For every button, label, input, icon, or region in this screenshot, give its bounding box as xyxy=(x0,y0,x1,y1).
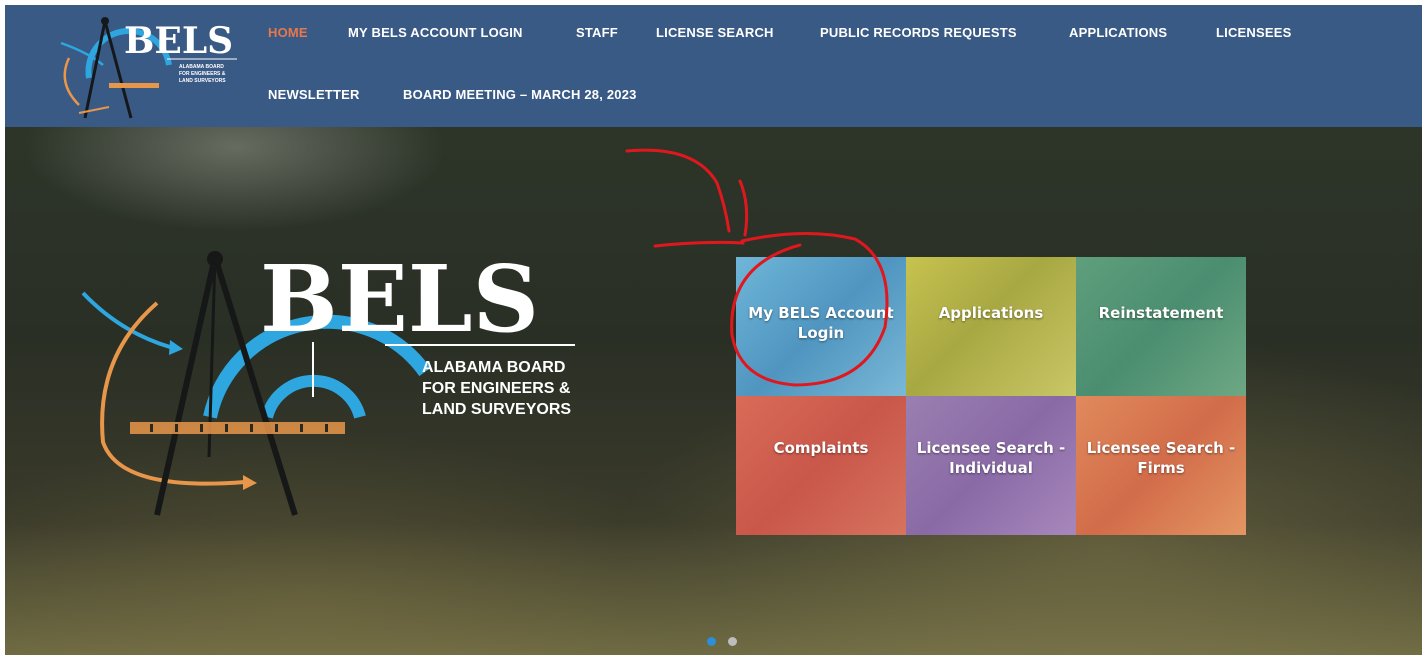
quick-links-grid: My BELS Account Login Applications Reins… xyxy=(736,257,1246,535)
tile-label: Complaints xyxy=(773,439,869,457)
nav-public-records-requests[interactable]: PUBLIC RECORDS REQUESTS xyxy=(820,25,1017,40)
nav-board-meeting[interactable]: BOARD MEETING – MARCH 28, 2023 xyxy=(403,87,637,102)
bels-logo-large: BELS ALABAMA BOARD FOR ENGINEERS & LAND … xyxy=(81,247,575,516)
nav-licensees[interactable]: LICENSEES xyxy=(1216,25,1291,40)
slider-dot-2[interactable] xyxy=(728,637,737,646)
nav-home[interactable]: HOME xyxy=(268,25,308,40)
tile-applications[interactable]: Applications xyxy=(906,257,1076,396)
nav-my-bels-account-login[interactable]: MY BELS ACCOUNT LOGIN xyxy=(348,25,523,40)
bels-logo-small[interactable]: BELS ALABAMA BOARD FOR ENGINEERS & LAND … xyxy=(49,13,239,123)
nav-license-search[interactable]: LICENSE SEARCH xyxy=(656,25,774,40)
hero-banner: BELS ALABAMA BOARD FOR ENGINEERS & LAND … xyxy=(5,127,1422,655)
tile-label: Reinstatement xyxy=(1098,304,1224,322)
logo-tagline-line-3: LAND SURVEYORS xyxy=(179,78,226,84)
tile-reinstatement[interactable]: Reinstatement xyxy=(1076,257,1246,396)
nav-applications[interactable]: APPLICATIONS xyxy=(1069,25,1167,40)
tile-label: My BELS Account Login xyxy=(748,304,894,342)
slider-dot-1[interactable] xyxy=(707,637,716,646)
tile-label: Licensee Search - Firms xyxy=(1086,439,1236,477)
nav-staff[interactable]: STAFF xyxy=(576,25,618,40)
browser-viewport: BELS ALABAMA BOARD FOR ENGINEERS & LAND … xyxy=(5,5,1422,655)
site-header: BELS ALABAMA BOARD FOR ENGINEERS & LAND … xyxy=(5,5,1422,127)
tile-my-bels-account-login[interactable]: My BELS Account Login xyxy=(736,257,906,396)
nav-newsletter[interactable]: NEWSLETTER xyxy=(268,87,360,102)
logo-wordmark: BELS xyxy=(124,20,233,62)
tile-label: Licensee Search - Individual xyxy=(916,439,1066,477)
tile-licensee-search-individual[interactable]: Licensee Search - Individual xyxy=(906,396,1076,535)
hero-logo-tagline-line-1: ALABAMA BOARD xyxy=(422,359,565,376)
tile-licensee-search-firms[interactable]: Licensee Search - Firms xyxy=(1076,396,1246,535)
hero-logo-wordmark: BELS xyxy=(260,247,539,353)
tile-label: Applications xyxy=(938,304,1044,322)
hero-logo-tagline-line-2: FOR ENGINEERS & xyxy=(422,380,571,397)
hero-logo-tagline-line-3: LAND SURVEYORS xyxy=(422,401,571,418)
logo-tagline-line-2: FOR ENGINEERS & xyxy=(179,71,226,77)
tile-complaints[interactable]: Complaints xyxy=(736,396,906,535)
logo-tagline-line-1: ALABAMA BOARD xyxy=(179,64,224,70)
